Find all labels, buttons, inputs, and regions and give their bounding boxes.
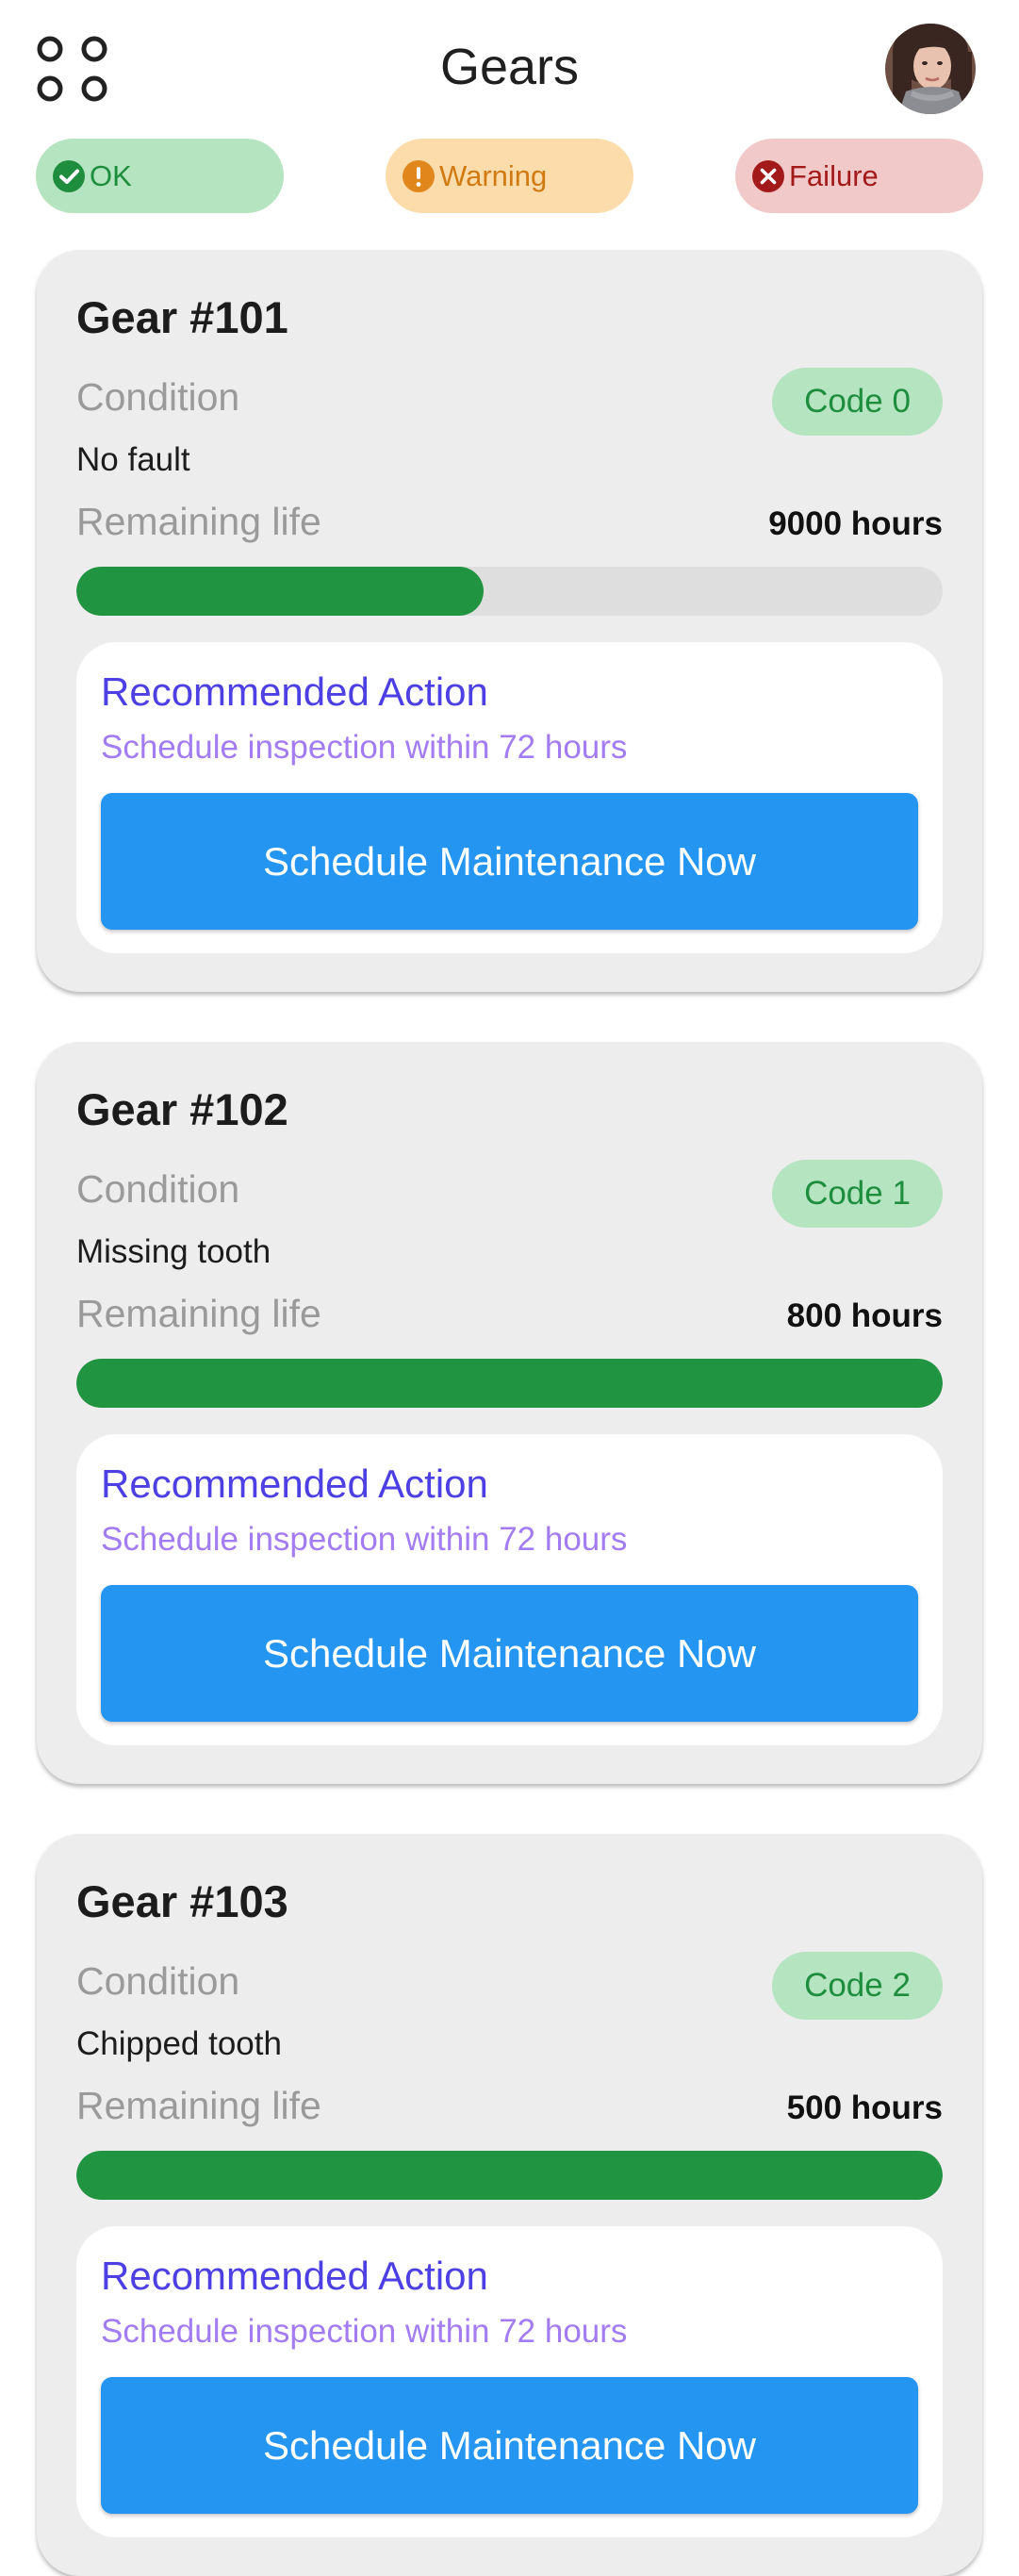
- gear-card: Gear #103 Condition Code 2 Chipped tooth…: [37, 1834, 982, 2576]
- recommended-action-text: Schedule inspection within 72 hours: [101, 2313, 628, 2350]
- chip-label: OK: [90, 158, 132, 192]
- remaining-life-bar: [76, 567, 943, 616]
- filter-chip-warning[interactable]: Warning: [386, 139, 633, 213]
- recommended-action-title: Recommended Action: [101, 2254, 488, 2298]
- gear-card: Gear #101 Condition Code 0 No fault Rema…: [37, 250, 982, 992]
- filter-chip-failure[interactable]: Failure: [735, 139, 983, 213]
- status-filter-bar: OK Warning Failure: [0, 139, 1019, 214]
- schedule-maintenance-button[interactable]: Schedule Maintenance Now: [101, 2377, 918, 2514]
- recommended-action-text: Schedule inspection within 72 hours: [101, 729, 628, 766]
- recommended-action-panel: Recommended Action Schedule inspection w…: [76, 642, 943, 953]
- schedule-maintenance-button[interactable]: Schedule Maintenance Now: [101, 793, 918, 930]
- condition-label: Condition: [76, 375, 240, 419]
- remaining-life-bar: [76, 2151, 943, 2200]
- code-badge: Code 0: [772, 368, 943, 436]
- condition-value: No fault: [76, 441, 190, 478]
- remaining-life-label: Remaining life: [76, 500, 321, 543]
- remaining-life-fill: [76, 1359, 943, 1408]
- remaining-life-label: Remaining life: [76, 1292, 321, 1335]
- condition-value: Missing tooth: [76, 1233, 271, 1270]
- recommended-action-panel: Recommended Action Schedule inspection w…: [76, 1434, 943, 1745]
- recommended-action-title: Recommended Action: [101, 1461, 488, 1506]
- chip-label: Warning: [439, 158, 548, 192]
- condition-label: Condition: [76, 1959, 240, 2003]
- avatar[interactable]: [885, 24, 976, 114]
- remaining-life-bar: [76, 1359, 943, 1408]
- remaining-life-label: Remaining life: [76, 2084, 321, 2127]
- condition-label: Condition: [76, 1167, 240, 1211]
- filter-chip-ok[interactable]: OK: [36, 139, 284, 213]
- remaining-life-value: 9000 hours: [768, 505, 943, 542]
- gear-title: Gear #102: [76, 1084, 288, 1134]
- gear-card: Gear #102 Condition Code 1 Missing tooth…: [37, 1042, 982, 1784]
- remaining-life-value: 500 hours: [786, 2089, 943, 2126]
- exclamation-circle-icon: [403, 159, 435, 192]
- condition-value: Chipped tooth: [76, 2025, 282, 2062]
- avatar-image: [885, 24, 976, 114]
- schedule-maintenance-button[interactable]: Schedule Maintenance Now: [101, 1585, 918, 1722]
- recommended-action-title: Recommended Action: [101, 669, 488, 714]
- app-header: Gears: [0, 0, 1019, 132]
- recommended-action-text: Schedule inspection within 72 hours: [101, 1521, 628, 1558]
- gear-title: Gear #103: [76, 1876, 288, 1926]
- page-title: Gears: [439, 39, 580, 95]
- remaining-life-fill: [76, 2151, 943, 2200]
- remaining-life-fill: [76, 567, 484, 616]
- x-circle-icon: [752, 159, 784, 192]
- check-circle-icon: [53, 159, 85, 192]
- code-badge: Code 1: [772, 1160, 943, 1228]
- recommended-action-panel: Recommended Action Schedule inspection w…: [76, 2226, 943, 2537]
- chip-label: Failure: [789, 158, 879, 192]
- remaining-life-value: 800 hours: [786, 1297, 943, 1334]
- gear-title: Gear #101: [76, 292, 288, 342]
- code-badge: Code 2: [772, 1952, 943, 2020]
